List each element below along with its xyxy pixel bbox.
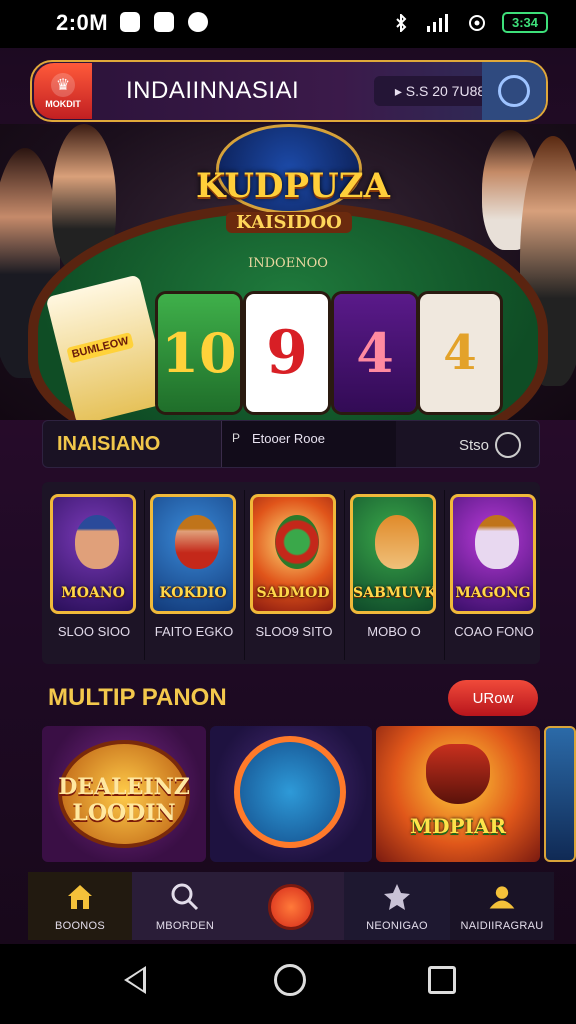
- nav-item-play[interactable]: [238, 872, 344, 940]
- slot-reel-1: 10: [158, 294, 240, 412]
- game-character: [375, 515, 419, 569]
- slot-reel-2: 9: [246, 294, 328, 412]
- game-thumbnail: SADMOD: [250, 494, 336, 614]
- back-icon[interactable]: [124, 966, 146, 994]
- nav-label: BOONOS: [54, 920, 106, 932]
- section-title: MULTIP PANON: [48, 684, 227, 711]
- divider: [244, 490, 245, 660]
- promo-banner-partial[interactable]: [544, 726, 576, 862]
- search-prefix: P: [232, 431, 241, 445]
- nav-label: MBORDEN: [155, 920, 215, 932]
- game-card[interactable]: MOANO SLOO SIOO: [46, 490, 142, 660]
- bluetooth-icon: [396, 13, 407, 32]
- game-character: [475, 515, 519, 569]
- view-more-button[interactable]: URow: [448, 680, 538, 716]
- game-caption: SLOO SIOO: [57, 624, 131, 639]
- signal-icon: [426, 13, 448, 32]
- game-card[interactable]: SABMUVK MOBO O: [346, 490, 442, 660]
- search-input[interactable]: P Etooer Rooe: [221, 421, 396, 467]
- system-navigation-bar: [0, 944, 576, 1024]
- category-search-bar: INAISIANO P Etooer Rooe Stso: [42, 420, 540, 468]
- nav-item-account[interactable]: NAIDIIRAGRAU: [450, 872, 554, 940]
- home-icon: [65, 882, 95, 912]
- filter-toggle[interactable]: Stso: [459, 432, 521, 458]
- notification-person-icon: [154, 12, 174, 32]
- nav-item-home[interactable]: BOONOS: [28, 872, 132, 940]
- slot-reel-4: 4: [420, 294, 500, 412]
- game-name: SABMUVK: [353, 585, 436, 601]
- game-caption: FAITO EGKO: [154, 624, 234, 639]
- game-card[interactable]: MAGONG COAO FONO: [446, 490, 542, 660]
- battery-indicator: 3:34: [501, 12, 548, 33]
- slot-reel-3: 4: [334, 294, 416, 412]
- game-caption: SLOO9 SITO: [255, 624, 333, 639]
- promo-wheel: [234, 736, 346, 848]
- app-header: ♛ MOKDIT INDAIINNASIAI ▸ S.S 20 7U88: [30, 60, 548, 122]
- notification-camera-icon: [120, 12, 140, 32]
- game-name: MAGONG: [455, 585, 531, 601]
- promo-banner[interactable]: [210, 726, 372, 862]
- status-time: 2:0M: [56, 10, 109, 35]
- side-card-label: BUMLEOW: [66, 332, 135, 364]
- play-icon: [268, 884, 314, 930]
- table-label: INDOENOO: [248, 256, 328, 271]
- divider: [444, 490, 445, 660]
- bottom-navigation: BOONOS MBORDEN NEONIGAO NAIDIIRAGRAU: [28, 872, 554, 940]
- notification-icons: [120, 12, 208, 32]
- game-name: MOANO: [61, 585, 125, 601]
- app-screen: 2:0M 3:34 ♛ MOKDIT INDAIINNASIAI ▸ S.S 2…: [0, 0, 576, 1024]
- divider: [344, 490, 345, 660]
- nav-label: NEONIGAO: [366, 920, 428, 932]
- hero-title: KUDPUZA: [196, 166, 390, 206]
- nav-label: NAIDIIRAGRAU: [460, 920, 544, 932]
- search-text: Etooer Rooe: [252, 431, 325, 446]
- game-target: [275, 515, 319, 569]
- promo-character: [426, 744, 490, 804]
- app-logo[interactable]: ♛ MOKDIT: [34, 63, 92, 119]
- game-thumbnail: MAGONG: [450, 494, 536, 614]
- nav-item-bonus[interactable]: NEONIGAO: [344, 872, 450, 940]
- game-card[interactable]: SADMOD SLOO9 SITO: [246, 490, 342, 660]
- game-thumbnail: MOANO: [50, 494, 136, 614]
- hero-subtitle: KAISIDOO: [226, 212, 352, 233]
- nav-item-search[interactable]: MBORDEN: [132, 872, 238, 940]
- game-character: [75, 515, 119, 569]
- support-button[interactable]: [482, 62, 546, 120]
- category-title: INAISIANO: [57, 433, 161, 455]
- filter-label: Stso: [458, 436, 489, 454]
- game-grid: MOANO SLOO SIOO KOKDIO FAITO EGKO SADMOD…: [42, 482, 540, 664]
- game-thumbnail: SABMUVK: [350, 494, 436, 614]
- hero-banner[interactable]: KUDPUZA KAISIDOO INDOENOO BUMLEOW 10 9 4…: [0, 124, 576, 420]
- divider: [144, 490, 145, 660]
- toggle-icon: [495, 432, 521, 458]
- brand-title: INDAIINNASIAI: [126, 77, 300, 104]
- logo-icon: ♛: [51, 73, 75, 97]
- system-home-icon[interactable]: [274, 964, 306, 996]
- game-caption: MOBO O: [367, 624, 421, 639]
- notification-message-icon: [188, 12, 208, 32]
- promo-banner[interactable]: MDPIAR: [376, 726, 540, 862]
- status-bar: 2:0M 3:34: [0, 0, 576, 48]
- account-icon: [487, 882, 517, 912]
- search-icon: [170, 882, 200, 912]
- wifi-icon: [468, 14, 485, 31]
- headset-icon: [498, 75, 530, 107]
- promo-banner[interactable]: DEALEINZ LOODIN: [42, 726, 206, 862]
- logo-text: MOKDIT: [45, 99, 81, 109]
- game-character: [175, 515, 219, 569]
- promo-text: DEALEINZ LOODIN: [58, 774, 190, 826]
- game-card[interactable]: KOKDIO FAITO EGKO: [146, 490, 242, 660]
- game-name: SADMOD: [256, 585, 330, 601]
- star-icon: [382, 882, 412, 912]
- game-thumbnail: KOKDIO: [150, 494, 236, 614]
- status-right: 3:34: [388, 12, 548, 33]
- game-name: KOKDIO: [159, 585, 227, 601]
- promo-text: MDPIAR: [409, 814, 506, 838]
- recent-apps-icon[interactable]: [428, 966, 456, 994]
- game-caption: COAO FONO: [454, 624, 534, 639]
